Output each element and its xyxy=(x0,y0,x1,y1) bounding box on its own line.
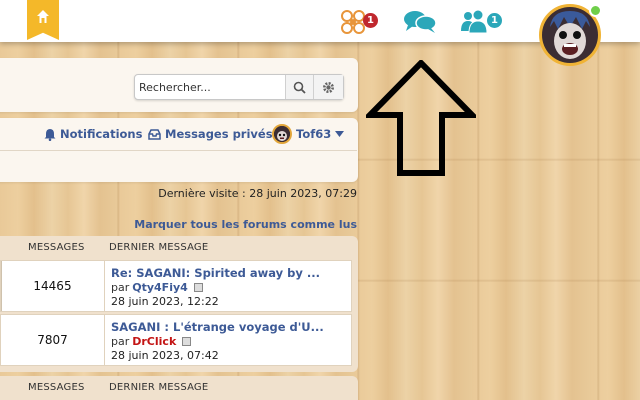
by-label: par xyxy=(111,281,130,294)
online-status-dot xyxy=(589,4,602,17)
navbar-divider xyxy=(0,150,357,151)
last-topic-link[interactable]: Re: SAGANI: Spirited away by ... xyxy=(111,266,351,280)
post-date: 28 juin 2023, 07:42 xyxy=(111,349,219,362)
col-header-messages: MESSAGES xyxy=(28,242,85,253)
notifications-label: Notifications xyxy=(60,127,143,141)
home-button[interactable] xyxy=(27,0,59,40)
message-count: 14465 xyxy=(33,279,72,293)
last-visit-text: Dernière visite : 28 juin 2023, 07:29 xyxy=(158,187,357,200)
last-post-byline: par Qty4Fiy4 xyxy=(111,281,351,294)
last-post-byline: par DrClick xyxy=(111,335,351,348)
notifications-link[interactable]: Notifications xyxy=(44,127,142,141)
col-header-last-message: DERNIER MESSAGE xyxy=(109,242,209,253)
private-messages-link[interactable]: Messages privés xyxy=(148,127,273,141)
gear-icon xyxy=(323,81,334,93)
user-avatar-small xyxy=(272,124,292,144)
user-menu[interactable]: Tof63 xyxy=(272,124,345,144)
search-box xyxy=(134,74,344,100)
search-input[interactable] xyxy=(135,75,285,99)
last-topic-link[interactable]: SAGANI : L'étrange voyage d'U... xyxy=(111,320,351,334)
chat-icon xyxy=(404,11,437,33)
view-post-icon[interactable] xyxy=(182,337,192,346)
table-row: 7807 SAGANI : L'étrange voyage d'U... pa… xyxy=(0,314,352,366)
shortcuts-badge: 1 xyxy=(363,13,378,28)
view-post-icon[interactable] xyxy=(193,283,203,292)
avatar-image xyxy=(542,7,598,63)
shortcuts-button[interactable]: 1 xyxy=(340,9,380,35)
advanced-search-button[interactable] xyxy=(313,75,343,99)
shortcuts-icon xyxy=(341,10,365,34)
search-icon xyxy=(293,81,306,94)
bell-icon xyxy=(44,128,56,141)
table-row: 14465 Re: SAGANI: Spirited away by ... p… xyxy=(0,260,352,312)
username-label: Tof63 xyxy=(296,127,332,141)
col-header-last-message: DERNIER MESSAGE xyxy=(109,382,209,393)
col-header-messages: MESSAGES xyxy=(28,382,85,393)
forum-list: MESSAGES DERNIER MESSAGE 14465 Re: SAGAN… xyxy=(0,236,358,372)
message-count: 7807 xyxy=(37,333,68,347)
author-link[interactable]: DrClick xyxy=(132,335,176,348)
caret-down-icon xyxy=(335,131,345,137)
arrow-up-icon xyxy=(366,60,476,176)
search-button[interactable] xyxy=(285,75,313,99)
by-label: par xyxy=(111,335,130,348)
private-messages-label: Messages privés xyxy=(165,127,273,141)
last-message-cell: SAGANI : L'étrange voyage d'U... par DrC… xyxy=(104,315,351,365)
forum-list-2: MESSAGES DERNIER MESSAGE xyxy=(0,376,358,400)
home-icon xyxy=(37,10,49,23)
last-message-cell: Re: SAGANI: Spirited away by ... par Qty… xyxy=(104,261,351,311)
mark-all-read-link[interactable]: Marquer tous les forums comme lus xyxy=(134,218,357,231)
author-link[interactable]: Qty4Fiy4 xyxy=(132,281,188,294)
friends-badge: 1 xyxy=(487,13,502,28)
chat-button[interactable] xyxy=(402,9,438,35)
inbox-icon xyxy=(148,128,161,140)
friends-button[interactable]: 1 xyxy=(460,9,510,35)
post-date: 28 juin 2023, 12:22 xyxy=(111,295,219,308)
